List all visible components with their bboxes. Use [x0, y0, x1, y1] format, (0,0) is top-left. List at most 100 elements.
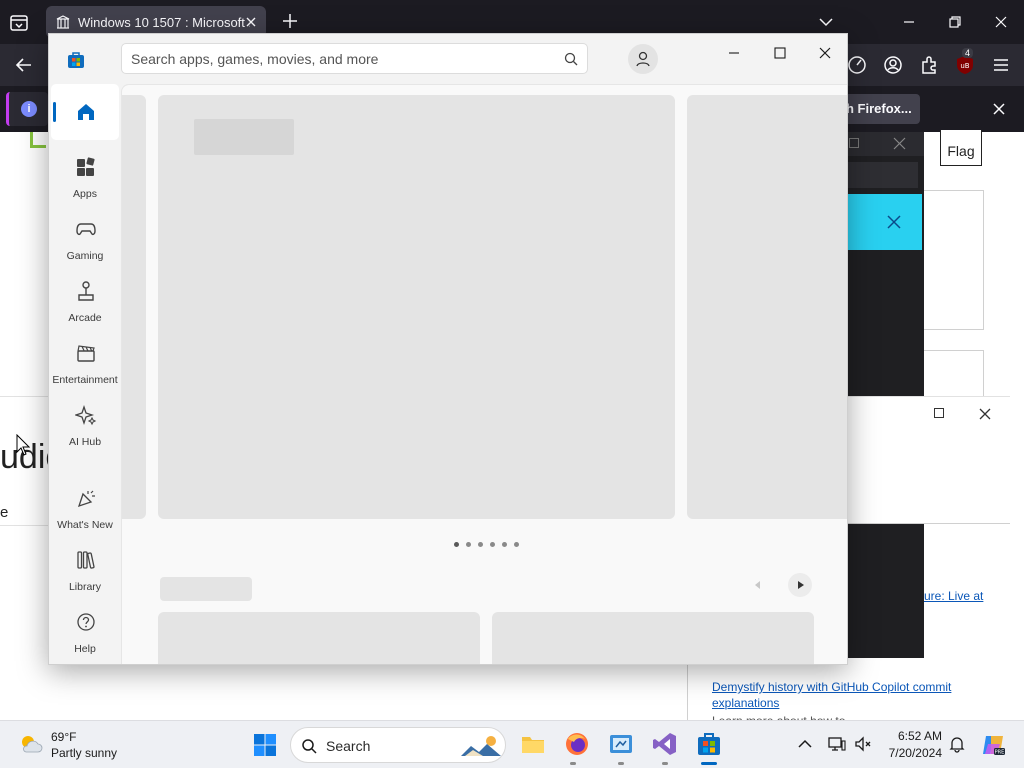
flag-button[interactable]: Flag: [940, 130, 982, 166]
carousel-dot[interactable]: [478, 541, 483, 547]
next-button[interactable]: [788, 573, 812, 597]
nav-item-gaming[interactable]: Gaming: [51, 212, 119, 270]
maximize-icon[interactable]: [934, 408, 944, 418]
display-network-icon[interactable]: [828, 735, 846, 753]
account-button[interactable]: [628, 44, 658, 74]
speed-dial-icon[interactable]: [846, 54, 868, 76]
microsoft-store-icon[interactable]: [696, 731, 722, 757]
clock-time[interactable]: 6:52 AM: [880, 729, 942, 743]
minimize-icon[interactable]: [899, 12, 919, 32]
page-card: [922, 350, 984, 400]
carousel-dot[interactable]: [502, 541, 507, 547]
previous-arrow-icon[interactable]: [752, 579, 764, 591]
mouse-cursor-icon: [16, 434, 30, 456]
file-explorer-icon[interactable]: [520, 731, 546, 757]
close-icon[interactable]: [991, 12, 1011, 32]
app-card-placeholder[interactable]: [492, 612, 814, 664]
hamburger-menu-icon[interactable]: [990, 54, 1012, 76]
search-highlight-art-icon: [461, 734, 501, 758]
party-icon: [75, 487, 97, 509]
weather-partly-sunny-icon[interactable]: [18, 732, 44, 758]
visual-studio-icon[interactable]: [652, 731, 678, 757]
chevron-down-icon[interactable]: [818, 14, 834, 30]
sparkle-icon: [75, 404, 97, 426]
volume-muted-icon[interactable]: [854, 735, 872, 753]
running-indicator: [662, 762, 668, 765]
page-text-fragment: e: [0, 504, 9, 521]
list-all-tabs-icon[interactable]: [8, 12, 30, 34]
search-icon[interactable]: [564, 52, 578, 66]
nav-label: Gaming: [66, 250, 104, 262]
taskbar-search-box[interactable]: Search: [290, 727, 506, 763]
account-icon[interactable]: [882, 54, 904, 76]
section-title-placeholder: [160, 577, 252, 601]
windows-start-icon[interactable]: [253, 733, 277, 757]
nav-label: Arcade: [68, 312, 102, 324]
gamepad-icon: [75, 218, 97, 240]
nav-item-apps[interactable]: Apps: [51, 150, 119, 208]
new-tab-icon[interactable]: [282, 13, 298, 29]
running-indicator: [570, 762, 576, 765]
carousel-dot[interactable]: [490, 541, 495, 547]
notification-bell-icon[interactable]: [948, 735, 966, 753]
extensions-icon[interactable]: [918, 54, 940, 76]
taskbar-search-label: Search: [326, 738, 371, 754]
weather-condition[interactable]: Partly sunny: [51, 746, 117, 760]
carousel-dot[interactable]: [454, 541, 459, 547]
firefox-icon[interactable]: [564, 731, 590, 757]
extension-badge: 4: [962, 48, 974, 58]
copilot-icon[interactable]: PRE: [980, 732, 1006, 758]
close-icon[interactable]: [816, 44, 834, 62]
carousel-dot[interactable]: [514, 541, 519, 547]
close-icon[interactable]: [979, 408, 991, 420]
nav-item-ai-hub[interactable]: AI Hub: [51, 398, 119, 456]
selection-indicator: [53, 102, 56, 122]
carousel-dot[interactable]: [466, 541, 471, 547]
chevron-up-icon[interactable]: [796, 735, 814, 753]
weather-temperature[interactable]: 69°F: [51, 730, 76, 744]
nav-item-home[interactable]: [51, 84, 119, 140]
restore-icon[interactable]: [945, 12, 965, 32]
cyan-banner: [840, 194, 922, 250]
search-icon: [301, 738, 317, 754]
nav-item-arcade[interactable]: Arcade: [51, 274, 119, 332]
maximize-icon[interactable]: [771, 44, 789, 62]
app-card-placeholder[interactable]: [158, 612, 480, 664]
home-icon: [75, 101, 97, 123]
minimize-icon[interactable]: [725, 44, 743, 62]
page-logo-fragment: [30, 132, 46, 148]
next-arrow-icon: [798, 581, 804, 589]
nav-item-entertainment[interactable]: Entertainment: [51, 336, 119, 394]
clock-date[interactable]: 7/20/2024: [872, 746, 942, 760]
close-tab-icon[interactable]: [244, 15, 258, 29]
store-logo-icon: [67, 51, 85, 69]
close-banner-icon[interactable]: [886, 214, 902, 230]
joystick-icon: [75, 280, 97, 302]
nav-item-library[interactable]: Library: [51, 543, 119, 601]
library-icon: [75, 549, 97, 571]
apps-icon: [75, 156, 97, 178]
hero-card[interactable]: [158, 95, 675, 519]
store-search-box[interactable]: [121, 43, 588, 74]
nav-label: Library: [68, 581, 102, 593]
maximize-icon[interactable]: [849, 138, 859, 148]
article-link[interactable]: Demystify history with GitHub Copilot co…: [712, 679, 972, 711]
svg-text:uB: uB: [960, 62, 969, 70]
store-search-input[interactable]: [131, 48, 551, 70]
nav-label: What's New: [57, 519, 113, 531]
hero-card-previous[interactable]: [122, 95, 146, 519]
close-notification-icon[interactable]: [992, 102, 1006, 116]
notification-info: i: [6, 92, 48, 126]
carousel-pagination: [454, 541, 519, 547]
nav-item-whats-new[interactable]: What's New: [51, 481, 119, 539]
windows-taskbar: 69°F Partly sunny Search 6:52 AM 7/20/20…: [0, 720, 1024, 768]
nav-item-help[interactable]: Help: [51, 605, 119, 663]
article-link[interactable]: ure: Live at: [924, 589, 983, 603]
clapperboard-icon: [75, 342, 97, 364]
close-icon[interactable]: [893, 137, 906, 150]
back-arrow-icon[interactable]: [14, 55, 34, 75]
hero-card-next[interactable]: [687, 95, 847, 519]
archive-icon: [56, 15, 70, 29]
store-home-content: [121, 84, 847, 664]
snipping-tool-icon[interactable]: [608, 731, 634, 757]
